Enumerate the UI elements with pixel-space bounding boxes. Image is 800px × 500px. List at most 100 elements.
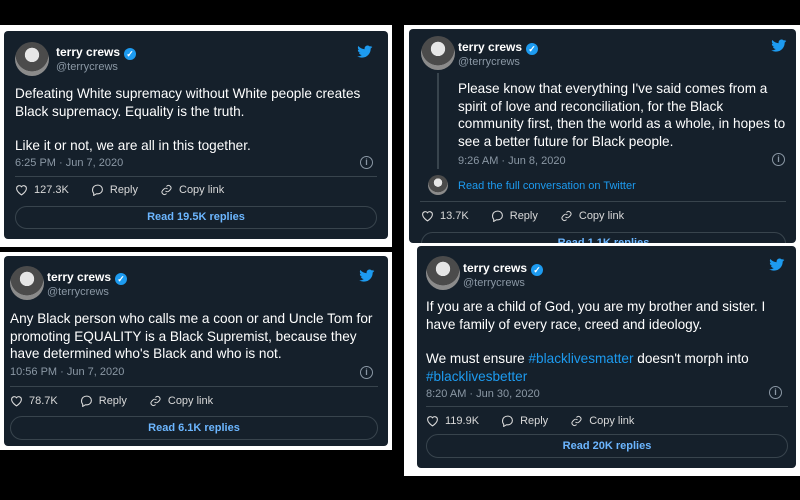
tweet-text-line: Like it or not, we are all in this toget… <box>15 138 251 154</box>
tweet-card-2: terry crews ✓ @terrycrews Please know tha… <box>409 29 796 243</box>
info-icon[interactable]: i <box>769 386 782 399</box>
tweet-text: Defeating White supremacy without White … <box>15 85 377 155</box>
author-handle[interactable]: @terrycrews <box>56 61 118 73</box>
link-icon <box>561 211 572 221</box>
avatar[interactable] <box>10 266 44 300</box>
reply-icon <box>502 415 513 427</box>
heart-icon <box>422 211 433 222</box>
reply-button[interactable]: Reply <box>80 395 127 407</box>
reply-icon <box>80 395 92 407</box>
info-icon[interactable]: i <box>360 366 373 379</box>
tweet-text-line: Defeating White supremacy without White … <box>15 86 361 119</box>
like-count: 119.9K <box>445 415 480 427</box>
tweet-card-4: terry crews ✓ @terrycrews If you are a ch… <box>417 246 796 468</box>
reply-label: Reply <box>109 184 138 196</box>
tweet-text-line: If you are a child of God, you are my br… <box>426 299 766 332</box>
hashtag-link[interactable]: #blacklivesbetter <box>426 369 527 384</box>
avatar[interactable] <box>15 42 49 76</box>
tweet-actions: 13.7K Reply Copy link <box>421 210 646 222</box>
tweet-actions: 78.7K Reply Copy link <box>10 395 235 407</box>
tweet-timestamp[interactable]: 6:25 PM · Jun 7, 2020 <box>15 157 123 169</box>
author-handle[interactable]: @terrycrews <box>47 286 109 298</box>
reply-button[interactable]: Reply <box>91 184 138 196</box>
copy-link-label: Copy link <box>578 210 625 222</box>
author-name-row[interactable]: terry crews ✓ <box>56 45 137 60</box>
copy-link-button[interactable]: Copy link <box>160 184 224 196</box>
author-name-row[interactable]: terry crews ✓ <box>458 40 539 55</box>
avatar[interactable] <box>421 36 455 70</box>
avatar[interactable] <box>426 256 460 290</box>
author-name-row[interactable]: terry crews ✓ <box>47 270 128 285</box>
tweet-text: If you are a child of God, you are my br… <box>426 298 788 385</box>
text-segment: We must ensure <box>426 351 529 367</box>
author-name[interactable]: terry crews <box>458 40 522 54</box>
reply-icon <box>91 184 103 196</box>
copy-link-label: Copy link <box>589 415 635 427</box>
author-name[interactable]: terry crews <box>56 45 120 59</box>
verified-badge-icon: ✓ <box>115 273 128 285</box>
like-button[interactable]: 119.9K <box>426 415 479 427</box>
tweet-text: Any Black person who calls me a coon or … <box>10 310 378 363</box>
reply-button[interactable]: Reply <box>501 415 548 427</box>
copy-link-button[interactable]: Copy link <box>149 395 213 407</box>
author-name-row[interactable]: terry crews ✓ <box>463 261 544 276</box>
link-icon <box>571 416 582 426</box>
like-button[interactable]: 13.7K <box>421 210 469 222</box>
author-name[interactable]: terry crews <box>463 261 527 275</box>
divider <box>420 201 786 202</box>
verified-badge-icon: ✓ <box>526 43 539 55</box>
tweet-timestamp[interactable]: 8:20 AM · Jun 30, 2020 <box>426 388 540 400</box>
tweet-card-3: terry crews ✓ @terrycrews Any Black perso… <box>4 256 388 446</box>
tweet-text-line: We must ensure #blacklivesmatter doesn't… <box>426 350 788 385</box>
reply-button[interactable]: Reply <box>491 210 538 222</box>
author-handle[interactable]: @terrycrews <box>458 56 520 68</box>
like-count: 127.3K <box>34 184 69 196</box>
copy-link-label: Copy link <box>179 184 225 196</box>
tweet-card-1: terry crews ✓ @terrycrews Defeating White… <box>4 31 388 239</box>
twitter-bird-icon[interactable] <box>770 38 788 53</box>
reply-label: Reply <box>520 415 549 427</box>
twitter-bird-icon[interactable] <box>358 268 376 283</box>
tweet-timestamp[interactable]: 10:56 PM · Jun 7, 2020 <box>10 366 124 378</box>
info-icon[interactable]: i <box>360 156 373 169</box>
divider <box>10 386 378 387</box>
heart-icon <box>16 185 27 196</box>
tweet-text-line: Any Black person who calls me a coon or … <box>10 311 373 362</box>
reply-icon <box>491 210 503 222</box>
author-name[interactable]: terry crews <box>47 270 111 284</box>
read-replies-button[interactable]: Read 6.1K replies <box>10 416 378 440</box>
tweet-actions: 127.3K Reply Copy link <box>15 184 246 196</box>
hashtag-link[interactable]: #blacklivesmatter <box>529 351 634 366</box>
like-button[interactable]: 127.3K <box>15 184 69 196</box>
text-segment: doesn't morph into <box>633 351 749 367</box>
thread-avatar[interactable] <box>428 175 448 195</box>
like-button[interactable]: 78.7K <box>10 395 58 407</box>
like-count: 78.7K <box>29 395 58 407</box>
copy-link-label: Copy link <box>167 395 214 407</box>
tweet-text: Please know that everything I've said co… <box>458 80 788 150</box>
read-replies-button[interactable]: Read 20K replies <box>426 434 788 458</box>
read-replies-button[interactable]: Read 19.5K replies <box>15 206 377 229</box>
copy-link-button[interactable]: Copy link <box>560 210 624 222</box>
verified-badge-icon: ✓ <box>531 264 544 276</box>
twitter-bird-icon[interactable] <box>356 44 374 59</box>
tweet-timestamp[interactable]: 9:26 AM · Jun 8, 2020 <box>458 155 566 167</box>
read-conversation-link[interactable]: Read the full conversation on Twitter <box>458 180 636 192</box>
verified-badge-icon: ✓ <box>124 48 137 60</box>
divider <box>15 176 377 177</box>
divider <box>426 406 788 407</box>
copy-link-button[interactable]: Copy link <box>570 415 634 427</box>
author-handle[interactable]: @terrycrews <box>463 277 525 289</box>
reply-label: Reply <box>509 210 538 222</box>
reply-label: Reply <box>98 395 127 407</box>
info-icon[interactable]: i <box>772 153 785 166</box>
thread-line <box>437 73 439 169</box>
twitter-bird-icon[interactable] <box>768 257 786 272</box>
like-count: 13.7K <box>440 210 469 222</box>
link-icon <box>161 185 172 195</box>
tweet-actions: 119.9K Reply Copy link <box>426 415 656 427</box>
read-replies-button[interactable]: Read 1.1K replies <box>421 232 786 243</box>
tweet-text-line: Please know that everything I've said co… <box>458 81 786 149</box>
link-icon <box>150 396 161 406</box>
heart-icon <box>11 396 22 407</box>
